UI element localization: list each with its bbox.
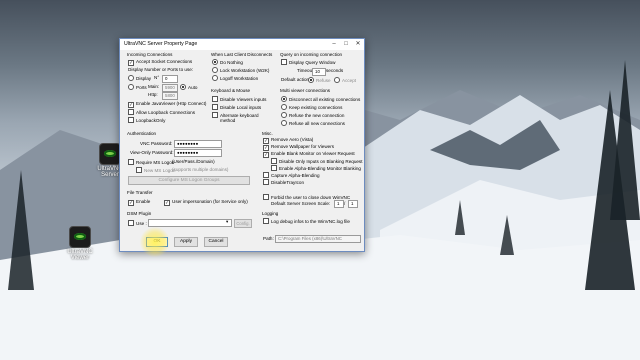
- ports-radio[interactable]: Ports: [128, 84, 147, 91]
- log-path-input[interactable]: C:\Program Files (x86)\UltraVNC: [275, 235, 361, 243]
- allow-loopback-checkbox[interactable]: Allow Loopback Connections: [128, 109, 195, 116]
- incoming-header: Incoming Connections: [127, 52, 173, 57]
- disable-tray-icon-checkbox[interactable]: DisableTrayIcon: [263, 179, 304, 186]
- display-number-input[interactable]: 0: [162, 75, 178, 83]
- dsm-plugin-header: DSM Plugin: [127, 211, 152, 216]
- dsm-config-button[interactable]: Config.: [234, 219, 252, 228]
- lock-workstation-radio[interactable]: Lock Workstation (W2K): [212, 67, 269, 74]
- alternate-keyboard-label-2: method: [220, 118, 236, 123]
- vnc-password-input[interactable]: ●●●●●●●●: [174, 140, 222, 148]
- disable-viewers-checkbox[interactable]: Disable Viewers inputs: [212, 96, 266, 103]
- logging-header: Logging: [262, 211, 279, 216]
- n-label: N°: [154, 75, 160, 80]
- display-ports-label: Display Number or Ports to use:: [128, 67, 194, 72]
- enable-blank-monitor-checkbox[interactable]: Enable Blank Monitor on Viewer Request: [263, 151, 355, 158]
- log-debug-checkbox[interactable]: Log debug infos to the WinVNC.log file: [263, 218, 350, 225]
- enable-javaviewer-checkbox[interactable]: Enable JavaViewer (Http Connect): [128, 101, 206, 108]
- apply-button[interactable]: Apply: [174, 237, 198, 247]
- display-query-checkbox[interactable]: Display Query Window: [281, 59, 335, 66]
- remove-wallpaper-checkbox[interactable]: Remove Wallpaper for Viewers: [263, 144, 334, 151]
- scale-slash: /: [344, 201, 346, 206]
- query-header: Query on incoming connection: [280, 52, 343, 57]
- scale-denominator-input[interactable]: 1: [348, 200, 358, 208]
- ultravnc-eye-icon: [99, 143, 121, 165]
- ms-logon-hint: (User/Pass./Domain): [172, 159, 215, 164]
- vnc-password-label: VNC Password:: [140, 141, 173, 146]
- close-icon[interactable]: ✕: [352, 39, 364, 50]
- capture-alpha-blending-checkbox[interactable]: Capture Alpha-Blending: [263, 172, 320, 179]
- seconds-label: seconds: [326, 68, 344, 73]
- scale-numerator-input[interactable]: 1: [334, 200, 344, 208]
- multi-viewer-header: Multi viewer connections: [280, 88, 331, 93]
- new-ms-logon-hint: (supports multiple domains): [172, 167, 229, 172]
- view-only-label: View-Only Password:: [130, 150, 174, 155]
- dsm-plugin-select[interactable]: [148, 219, 232, 227]
- cancel-button[interactable]: Cancel: [204, 237, 228, 247]
- do-nothing-radio[interactable]: Do Nothing: [212, 59, 243, 66]
- new-ms-logon-checkbox[interactable]: New MS Logon: [136, 167, 175, 174]
- loopback-only-checkbox[interactable]: LoopbackOnly: [128, 117, 165, 124]
- path-label: Path:: [263, 236, 274, 241]
- disable-only-inputs-checkbox[interactable]: Disable Only Inputs on Blanking Request: [271, 158, 363, 165]
- auth-header: Authentication: [127, 131, 157, 136]
- window-title: UltraVNC Server Property Page: [124, 41, 198, 47]
- property-page-window: UltraVNC Server Property Page – □ ✕ Inco…: [119, 38, 365, 252]
- accept-socket-checkbox[interactable]: Accept Socket Connections: [128, 59, 192, 66]
- display-radio[interactable]: Display: [128, 75, 151, 82]
- disconnect-all-radio[interactable]: Disconnect all existing connections: [281, 96, 360, 103]
- keep-existing-radio[interactable]: Keep existing connections: [281, 104, 342, 111]
- main-port-input[interactable]: 5900: [162, 84, 178, 92]
- file-transfer-header: File Transfer: [127, 190, 153, 195]
- maximize-icon[interactable]: □: [340, 39, 352, 50]
- file-transfer-enable-checkbox[interactable]: Enable: [128, 199, 150, 206]
- cursor-highlight: [140, 227, 170, 257]
- minimize-icon[interactable]: –: [328, 39, 340, 50]
- refuse-all-radio[interactable]: Refuse all new connections: [281, 120, 345, 127]
- view-only-password-input[interactable]: ●●●●●●●●: [174, 149, 222, 157]
- configure-ms-logon-button[interactable]: Configure MS Logon Groups: [128, 176, 250, 185]
- title-bar[interactable]: UltraVNC Server Property Page – □ ✕: [120, 39, 364, 50]
- keyboard-header: Keyboard & Mouse: [211, 88, 251, 93]
- misc-header: Misc.: [262, 131, 273, 136]
- desktop-icon-ultravnc-viewer[interactable]: UltraVNC Viewer: [60, 226, 100, 261]
- chevron-down-icon[interactable]: ▾: [226, 219, 228, 225]
- refuse-radio[interactable]: Refuse: [308, 77, 331, 84]
- http-label: Http:: [148, 92, 158, 97]
- default-action-label: Default action:: [281, 77, 311, 82]
- ultravnc-eye-icon: [69, 226, 91, 248]
- last-client-header: When Last Client Disconnects: [211, 52, 273, 57]
- auto-radio[interactable]: Auto: [180, 84, 197, 91]
- disable-local-checkbox[interactable]: Disable Local inputs: [212, 104, 261, 111]
- server-scale-label: Default Server Screen Scale:: [271, 201, 331, 206]
- refuse-new-radio[interactable]: Refuse the new connection: [281, 112, 344, 119]
- dsm-use-checkbox[interactable]: Use :: [128, 220, 147, 227]
- enable-alpha-blending-checkbox[interactable]: Enable Alpha-Blending Monitor Blanking: [271, 165, 361, 172]
- timeout-input[interactable]: 10: [312, 68, 326, 76]
- user-impersonation-checkbox[interactable]: User impersonation (for Service only): [164, 199, 248, 206]
- require-ms-logon-checkbox[interactable]: Require MS Logon: [128, 159, 174, 166]
- remove-aero-checkbox[interactable]: Remove Aero (Vista): [263, 137, 313, 144]
- accept-radio[interactable]: Accept: [334, 77, 356, 84]
- logoff-workstation-radio[interactable]: Logoff Workstation: [212, 75, 258, 82]
- main-label: Main:: [148, 84, 160, 89]
- http-port-input[interactable]: 5800: [162, 92, 178, 100]
